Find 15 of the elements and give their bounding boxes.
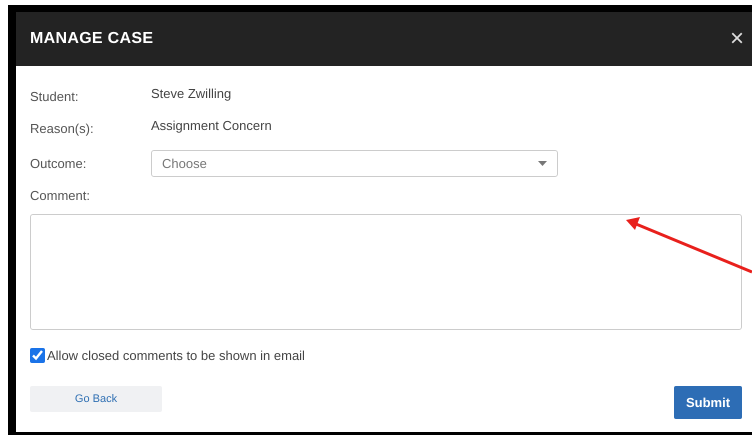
outcome-dropdown[interactable]: Choose	[151, 150, 558, 176]
submit-button[interactable]: Submit	[674, 386, 742, 419]
field-label: Reason(s):	[30, 120, 95, 136]
email-checkbox[interactable]	[30, 348, 45, 363]
field-label: Outcome:	[30, 156, 88, 170]
go-back-button[interactable]: Go Back	[30, 386, 162, 412]
close-button[interactable]: ×	[730, 27, 744, 51]
field-label: Student:	[30, 88, 80, 104]
comment-field[interactable]	[30, 214, 742, 330]
field-value: Assignment Concern	[151, 118, 273, 132]
dialog-title: MANAGE CASE	[30, 30, 154, 48]
caret-icon	[538, 160, 547, 166]
field-label: Comment:	[30, 188, 91, 202]
field-value: Steve Zwilling	[151, 86, 232, 100]
checkbox-label: Allow closed comments to be shown in email	[47, 348, 305, 363]
